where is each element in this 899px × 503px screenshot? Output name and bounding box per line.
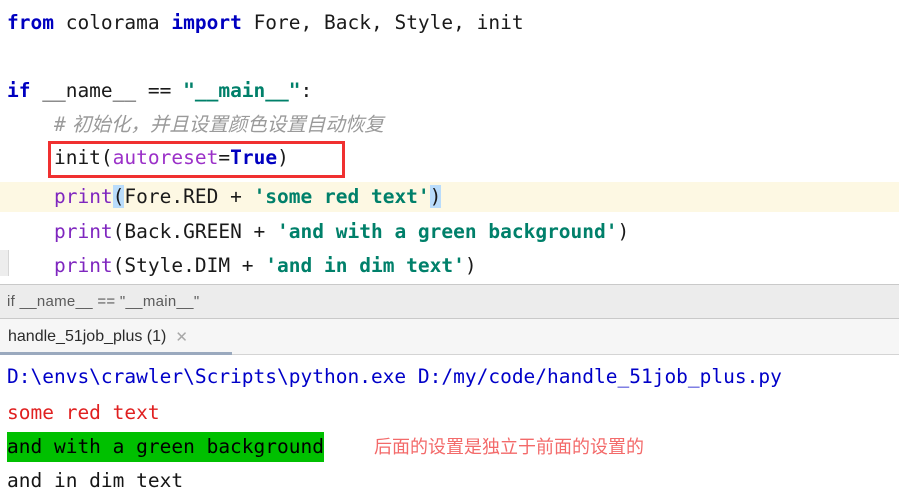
line-init[interactable]: init(autoreset=True) xyxy=(0,143,899,173)
breadcrumb[interactable]: if __name__ == "__main__" xyxy=(0,284,899,319)
code-token: ) xyxy=(429,185,442,208)
code-token: colorama xyxy=(53,11,172,34)
line-import[interactable]: from colorama import Fore, Back, Style, … xyxy=(0,8,899,38)
code-token: True xyxy=(230,146,278,169)
console-annotation-note: 后面的设置是独立于前面的设置的 xyxy=(374,437,644,457)
line-if-main[interactable]: if __name__ == "__main__": xyxy=(0,76,899,106)
code-token: autoreset xyxy=(112,146,219,169)
line-print-red-text: print(Fore.RED + 'some red text') xyxy=(0,185,442,208)
code-token: 'and with a green background' xyxy=(277,220,618,243)
code-token: ) xyxy=(277,146,289,169)
line-print-green[interactable]: print(Back.GREEN + 'and with a green bac… xyxy=(0,217,899,247)
line-print-dim[interactable]: print(Style.DIM + 'and in dim text') xyxy=(0,251,899,281)
code-token: : xyxy=(300,79,313,102)
code-token: "__main__" xyxy=(183,79,301,102)
line-print-dim-text: print(Style.DIM + 'and in dim text') xyxy=(0,254,477,277)
console-command: D:\envs\crawler\Scripts\python.exe D:/my… xyxy=(7,365,782,388)
tab-active-indicator xyxy=(0,352,232,355)
run-tool-tabstrip[interactable]: handle_51job_plus (1) ✕ xyxy=(0,319,899,355)
run-console-output[interactable]: D:\envs\crawler\Scripts\python.exe D:/my… xyxy=(0,356,899,503)
line-init-text: init(autoreset=True) xyxy=(0,146,289,169)
code-token: __name__ == xyxy=(30,79,184,102)
code-token: print xyxy=(53,254,113,277)
tab-handle-51job-plus[interactable]: handle_51job_plus (1) ✕ xyxy=(0,319,198,355)
code-token: (Style.DIM + xyxy=(112,254,266,277)
line-if-main-text: if __name__ == "__main__": xyxy=(0,79,312,102)
line-blank[interactable] xyxy=(0,43,899,73)
code-token: = xyxy=(218,146,231,169)
code-token: if xyxy=(7,79,31,102)
editor-gutter-mark xyxy=(0,250,9,276)
tab-label: handle_51job_plus (1) xyxy=(8,328,167,345)
code-token: 'and in dim text' xyxy=(265,254,465,277)
code-token: ( xyxy=(112,185,125,208)
code-token: ) xyxy=(464,254,477,277)
code-token: Fore.RED + xyxy=(124,185,254,208)
code-token: print xyxy=(53,220,113,243)
code-token: ) xyxy=(617,220,630,243)
line-print-red[interactable]: print(Fore.RED + 'some red text') xyxy=(0,182,899,212)
code-editor[interactable]: from colorama import Fore, Back, Style, … xyxy=(0,0,899,284)
code-token: 'some red text' xyxy=(253,185,430,208)
code-token: from xyxy=(7,11,54,34)
close-icon[interactable]: ✕ xyxy=(175,330,188,345)
code-token: init( xyxy=(7,146,113,169)
code-token: print xyxy=(53,185,113,208)
line-blank-text xyxy=(0,46,7,69)
console-some-red-text: some red text xyxy=(7,401,160,424)
comment-hash: # xyxy=(7,113,66,136)
line-import-text: from colorama import Fore, Back, Style, … xyxy=(0,11,524,34)
breadcrumb-label: if __name__ == "__main__" xyxy=(7,293,200,310)
code-token: # 初始化，并且设置颜色设置自动恢复 xyxy=(7,113,384,136)
console-green-background: and with a green background xyxy=(7,432,324,462)
console-dim-text: and in dim text xyxy=(7,469,184,492)
line-comment[interactable]: # 初始化，并且设置颜色设置自动恢复 xyxy=(0,110,899,140)
code-token: (Back.GREEN + xyxy=(112,220,278,243)
line-print-green-text: print(Back.GREEN + 'and with a green bac… xyxy=(0,220,629,243)
code-token: Fore, Back, Style, init xyxy=(241,11,524,34)
code-token: import xyxy=(171,11,242,34)
line-comment-text: # 初始化，并且设置颜色设置自动恢复 xyxy=(0,113,384,136)
